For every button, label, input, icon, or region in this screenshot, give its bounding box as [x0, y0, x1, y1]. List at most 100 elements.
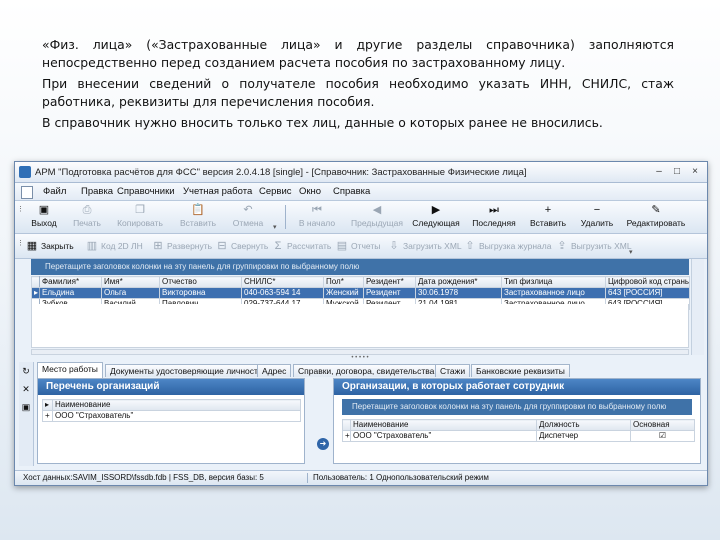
status-db-path: Хост данных:SAVIM_ISSORD\fssdb.fdb | FSS…	[23, 473, 264, 482]
export-log-icon: ⇧	[465, 240, 475, 252]
panel-title: Организации, в которых работает сотрудни…	[334, 379, 700, 395]
exit-icon: ▣	[38, 204, 50, 216]
edit-record-button[interactable]: ✎ Редактировать	[621, 203, 691, 228]
column-header-birthdate[interactable]: Дата рождения*	[415, 276, 502, 288]
side-toolbar: ↻ ✕ ▣	[19, 362, 34, 466]
column-header-resident[interactable]: Резидент*	[363, 276, 416, 288]
tab-certificates[interactable]: Справки, договора, свидетельства	[293, 364, 440, 377]
menu-service[interactable]: Сервис	[259, 186, 292, 197]
group-panel-hint[interactable]: Перетащите заголовок колонки на эту пане…	[31, 259, 689, 275]
table-cell[interactable]: Ольга	[101, 287, 160, 299]
column-header-firstname[interactable]: Имя*	[101, 276, 160, 288]
table-cell[interactable]: Викторовна	[159, 287, 242, 299]
row-indicator: ▸	[31, 287, 40, 299]
maximize-button[interactable]: □	[669, 165, 685, 178]
insert-record-button[interactable]: + Вставить	[525, 203, 571, 228]
table-cell[interactable]: Ельдина	[39, 287, 102, 299]
table-cell[interactable]: Застрахованное лицо	[501, 287, 606, 299]
menu-accounting[interactable]: Учетная работа	[183, 186, 252, 197]
delete-icon[interactable]: ✕	[19, 384, 33, 396]
table-cell[interactable]: Женский	[323, 287, 364, 299]
menu-window[interactable]: Окно	[299, 186, 321, 197]
table-cell[interactable]: Диспетчер	[536, 430, 631, 442]
organizations-list-panel: Перечень организаций ▸ Наименование + ОО…	[37, 378, 305, 464]
table-cell[interactable]: ООО "Страхователь"	[350, 430, 537, 442]
barcode-icon: ▥	[86, 240, 98, 252]
toolbar-overflow-icon[interactable]: ▾	[273, 223, 277, 231]
secondary-toolbar: ⋮ ▦ Закрыть ▥ Код 2D ЛН ⊞ Развернуть ⊟ Сверн…	[15, 234, 707, 259]
app-window: АРМ "Подготовка расчётов для ФСС" версия…	[14, 161, 708, 486]
export-log-button[interactable]: ⇧ Выгрузка журнала	[463, 239, 551, 253]
export-xml-button[interactable]: ⇪ Выгрузить XML	[555, 239, 631, 253]
column-header-person-type[interactable]: Тип физлица	[501, 276, 606, 288]
delete-record-button[interactable]: − Удалить	[577, 203, 617, 228]
document-icon[interactable]	[21, 186, 33, 199]
menu-file[interactable]: Файл	[43, 186, 66, 197]
tab-workplace[interactable]: Место работы	[37, 362, 103, 378]
table-cell[interactable]: 643 [РОССИЯ]	[605, 287, 690, 299]
undo-button[interactable]: ↶ Отмена	[227, 203, 269, 228]
tab-identity-documents[interactable]: Документы удостоверяющие личность	[105, 364, 268, 377]
group-panel-hint[interactable]: Перетащите заголовок колонки на эту пане…	[342, 399, 692, 415]
expand-button[interactable]: ⊞ Развернуть	[151, 239, 212, 253]
table-cell[interactable]: ООО "Страхователь"	[52, 410, 301, 422]
close-window-button[interactable]: ×	[687, 165, 703, 178]
column-header-country-code[interactable]: Цифровой код страны	[605, 276, 690, 288]
add-to-employer-arrow-icon[interactable]: ➜	[317, 438, 329, 450]
next-record-button[interactable]: ▶ Следующая	[409, 203, 463, 228]
collapse-button[interactable]: ⊟ Свернуть	[215, 239, 268, 253]
tab-bank-details[interactable]: Банковские реквизиты	[471, 364, 570, 377]
column-header-position[interactable]: Должность	[536, 419, 631, 431]
table-empty-area[interactable]	[31, 304, 689, 348]
main-checkbox[interactable]: ☑	[630, 430, 695, 442]
refresh-icon[interactable]: ↻	[19, 366, 33, 378]
column-header-patronymic[interactable]: Отчество	[159, 276, 242, 288]
calculate-button[interactable]: Σ Рассчитать	[271, 239, 332, 253]
reports-button[interactable]: ▤ Отчеты	[335, 239, 381, 253]
table-cell[interactable]: 30.06.1978	[415, 287, 502, 299]
copy-button[interactable]: ❐ Копировать	[113, 203, 167, 228]
tab-experience[interactable]: Стажи	[435, 364, 471, 377]
vertical-scrollbar[interactable]	[691, 259, 704, 355]
undo-icon: ↶	[243, 204, 253, 216]
minimize-button[interactable]: –	[651, 165, 667, 178]
menu-edit[interactable]: Правка	[81, 186, 113, 197]
pin-icon[interactable]: ▣	[19, 402, 33, 414]
barcode-button[interactable]: ▥ Код 2D ЛН	[85, 239, 143, 253]
toolbar-grip[interactable]: ⋮	[17, 205, 24, 213]
close-button[interactable]: ▦ Закрыть	[25, 239, 74, 253]
column-header-main[interactable]: Основная	[630, 419, 695, 431]
column-header-lastname[interactable]: Фамилия*	[39, 276, 102, 288]
table-row[interactable]: + ООО "Страхователь" Диспетчер ☑	[342, 430, 695, 442]
first-record-button[interactable]: ⏮ В начало	[293, 203, 341, 228]
paragraph-2: При внесении сведений о получателе пособ…	[42, 76, 674, 109]
toolbar-grip[interactable]: ⋮	[17, 239, 24, 247]
expand-icon[interactable]: +	[342, 430, 351, 442]
column-header-name[interactable]: Наименование	[350, 419, 537, 431]
column-header-gender[interactable]: Пол*	[323, 276, 364, 288]
expand-icon[interactable]: +	[42, 410, 53, 422]
print-button[interactable]: ⎙ Печать	[67, 203, 107, 228]
toolbar-overflow-icon[interactable]: ▾	[629, 248, 633, 256]
table-row[interactable]: + ООО "Страхователь"	[42, 410, 301, 422]
prev-record-button[interactable]: ◀ Предыдущая	[349, 203, 405, 228]
reports-icon: ▤	[336, 240, 348, 252]
column-header-snils[interactable]: СНИЛС*	[241, 276, 324, 288]
next-record-icon: ▶	[431, 204, 441, 216]
table-cell[interactable]: Резидент	[363, 287, 416, 299]
menu-directories[interactable]: Справочники	[117, 186, 175, 197]
column-header-name[interactable]: Наименование	[52, 399, 301, 411]
toolbar-separator	[285, 205, 286, 229]
table-row[interactable]: ▸ Ельдина Ольга Викторовна 040-063-594 1…	[31, 287, 690, 299]
last-record-button[interactable]: ⏭ Последняя	[467, 203, 521, 228]
exit-button[interactable]: ▣ Выход	[27, 203, 61, 228]
table-header-row: Фамилия* Имя* Отчество СНИЛС* Пол* Резид…	[31, 276, 690, 288]
tab-address[interactable]: Адрес	[257, 364, 292, 377]
splitter-handle[interactable]: • • • • •	[31, 355, 689, 361]
menu-help[interactable]: Справка	[333, 186, 370, 197]
table-cell[interactable]: 040-063-594 14	[241, 287, 324, 299]
paste-button[interactable]: 📋 Вставить	[175, 203, 221, 228]
status-bar: Хост данных:SAVIM_ISSORD\fssdb.fdb | FSS…	[15, 470, 707, 485]
load-xml-button[interactable]: ⇩ Загрузить XML	[387, 239, 461, 253]
row-indicator	[342, 419, 351, 431]
